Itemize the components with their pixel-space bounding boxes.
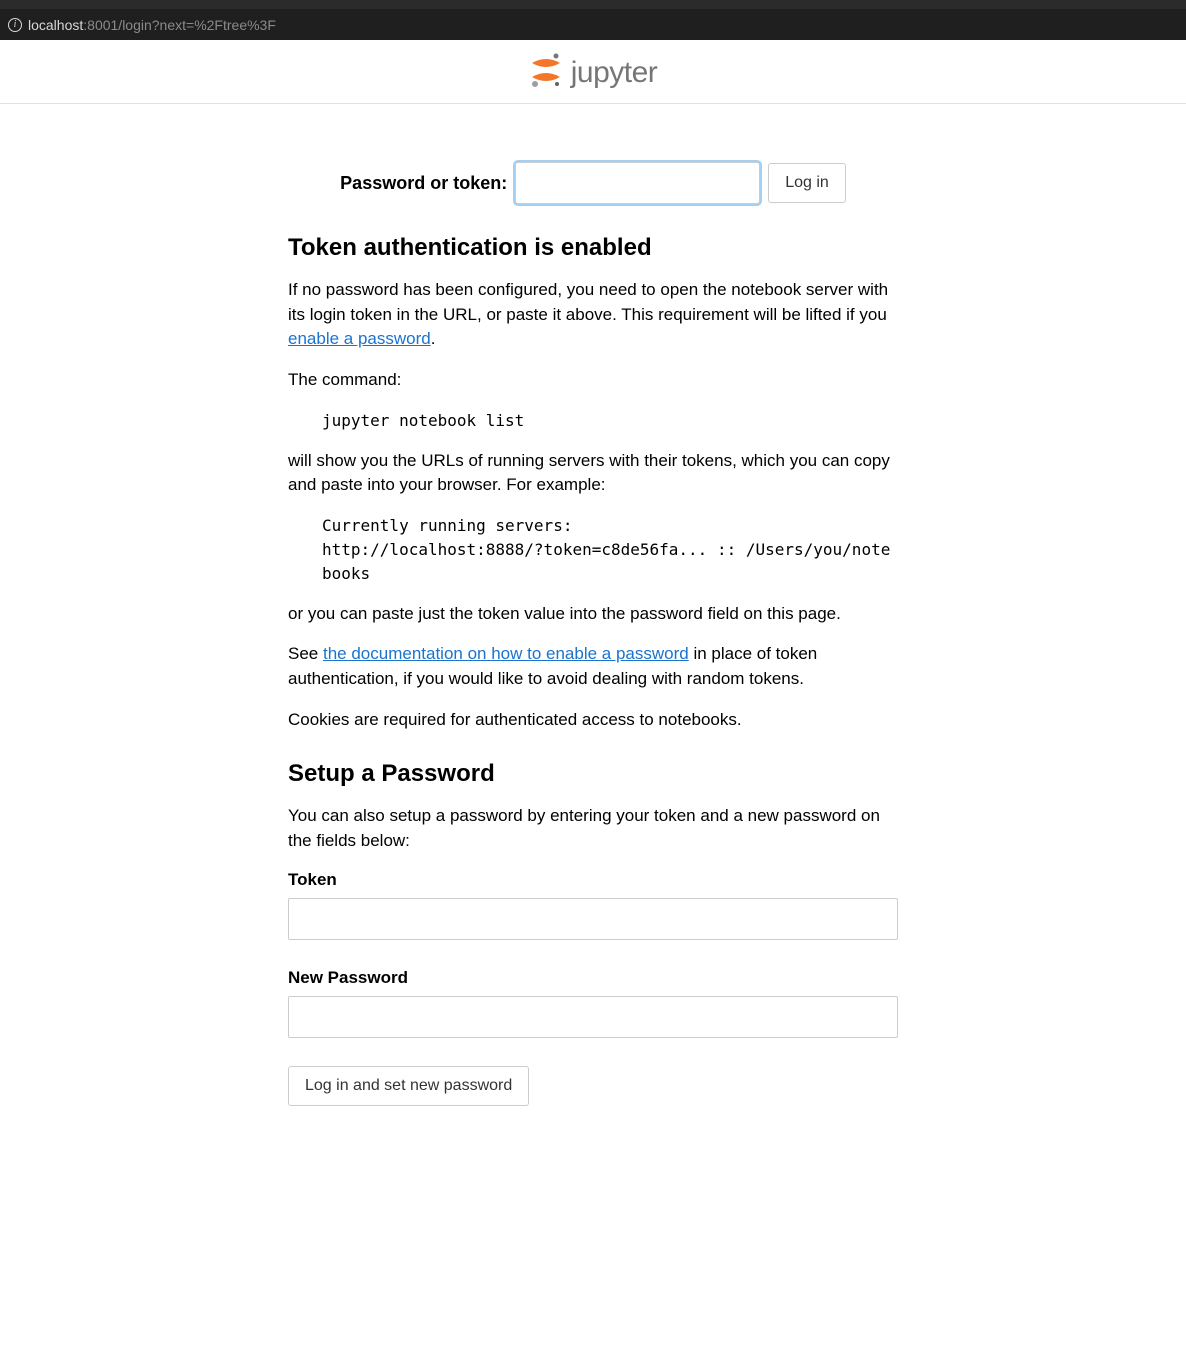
page-header: jupyter — [0, 40, 1186, 104]
main-content: Password or token: Log in Token authenti… — [288, 162, 898, 1106]
paste-token-text: or you can paste just the token value in… — [288, 602, 898, 627]
browser-tab-strip — [0, 0, 1186, 9]
setup-password-heading: Setup a Password — [288, 760, 898, 788]
jupyter-logo-text: jupyter — [571, 56, 658, 90]
token-field-label: Token — [288, 870, 898, 890]
example-output-code: Currently running servers: http://localh… — [322, 514, 898, 586]
password-label: Password or token: — [340, 173, 507, 194]
token-intro-text: If no password has been configured, you … — [288, 278, 898, 352]
token-auth-heading: Token authentication is enabled — [288, 234, 898, 262]
url-host: localhost — [28, 17, 83, 33]
text-fragment: See — [288, 644, 323, 663]
see-docs-text: See the documentation on how to enable a… — [288, 642, 898, 691]
login-button[interactable]: Log in — [768, 163, 846, 203]
token-input[interactable] — [288, 898, 898, 940]
new-password-input[interactable] — [288, 996, 898, 1038]
info-icon: i — [8, 18, 22, 32]
text-fragment: If no password has been configured, you … — [288, 280, 888, 324]
browser-url-bar[interactable]: i localhost:8001/login?next=%2Ftree%3F — [0, 9, 1186, 40]
login-set-password-button[interactable]: Log in and set new password — [288, 1066, 529, 1106]
cookies-text: Cookies are required for authenticated a… — [288, 708, 898, 733]
new-password-label: New Password — [288, 968, 898, 988]
setup-password-intro: You can also setup a password by enterin… — [288, 804, 898, 853]
url-path: :8001/login?next=%2Ftree%3F — [83, 17, 276, 33]
enable-password-link[interactable]: enable a password — [288, 329, 431, 348]
text-fragment: . — [431, 329, 436, 348]
password-input[interactable] — [515, 162, 760, 204]
command-intro: The command: — [288, 368, 898, 393]
jupyter-logo-icon — [529, 52, 563, 93]
jupyter-logo[interactable]: jupyter — [529, 52, 658, 93]
login-form: Password or token: Log in — [288, 162, 898, 204]
command-code: jupyter notebook list — [322, 409, 898, 433]
command-explain: will show you the URLs of running server… — [288, 449, 898, 498]
documentation-link[interactable]: the documentation on how to enable a pas… — [323, 644, 689, 663]
